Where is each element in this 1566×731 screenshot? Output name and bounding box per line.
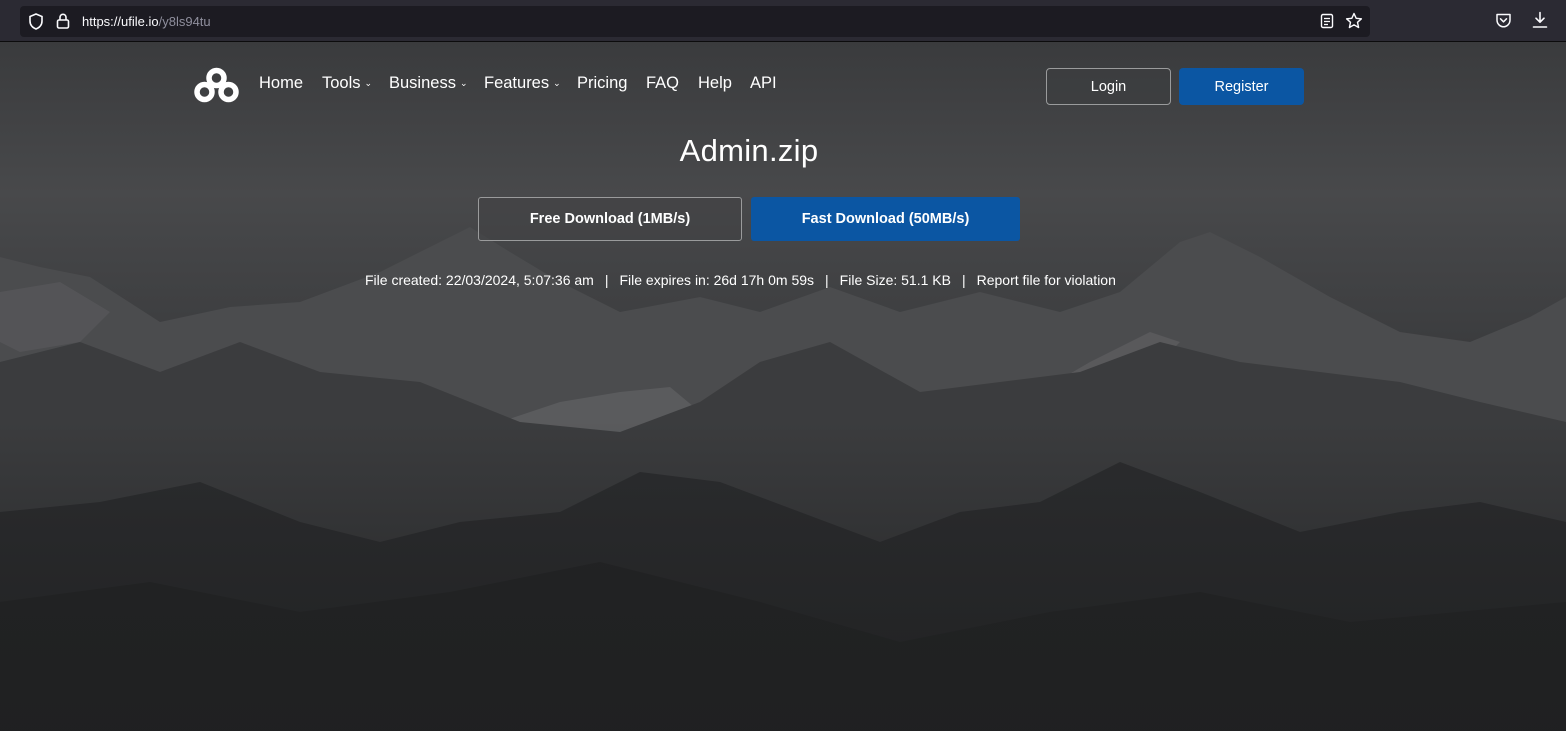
- ufile-logo-icon[interactable]: [193, 67, 240, 104]
- url-host: https://ufile.io: [82, 14, 159, 29]
- lock-icon[interactable]: [56, 13, 70, 29]
- report-file-link[interactable]: Report file for violation: [977, 272, 1116, 288]
- chevron-down-icon: ⌄: [553, 78, 561, 88]
- nav-faq[interactable]: FAQ: [646, 74, 679, 93]
- nav-business[interactable]: Business ⌄: [389, 74, 468, 93]
- pocket-icon[interactable]: [1495, 12, 1512, 29]
- separator: |: [825, 272, 829, 288]
- downloads-icon[interactable]: [1532, 11, 1548, 29]
- separator: |: [604, 272, 609, 288]
- nav-faq-label: FAQ: [646, 74, 680, 92]
- separator: |: [961, 272, 966, 288]
- nav-home-label: Home: [259, 74, 304, 92]
- register-button[interactable]: Register: [1179, 68, 1304, 105]
- url-path: /y8ls94tu: [158, 14, 211, 29]
- bookmark-star-icon[interactable]: [1345, 12, 1363, 30]
- nav-business-label: Business: [389, 74, 456, 92]
- file-name-title: Admin.zip: [0, 133, 1566, 169]
- nav-features[interactable]: Features ⌄: [484, 74, 561, 93]
- file-expires: File expires in: 26d 17h 0m 59s: [619, 272, 815, 288]
- reader-view-icon[interactable]: [1320, 13, 1334, 29]
- file-name-text: Admin.zip: [679, 133, 819, 168]
- file-info-bar: File created: 22/03/2024, 5:07:36 am | Fil…: [365, 272, 1116, 290]
- shield-icon[interactable]: [28, 13, 44, 30]
- free-download-button[interactable]: Free Download (1MB/s): [478, 197, 742, 241]
- chevron-down-icon: ⌄: [364, 78, 373, 88]
- file-size: File Size: 51.1 KB: [839, 272, 951, 288]
- nav-api[interactable]: API: [750, 74, 777, 93]
- chevron-down-icon: ⌄: [459, 78, 468, 88]
- nav-home[interactable]: Home: [259, 74, 303, 93]
- address-bar[interactable]: https://ufile.io/y8ls94tu: [20, 6, 1370, 37]
- nav-pricing-label: Pricing: [577, 74, 628, 92]
- url-text[interactable]: https://ufile.io/y8ls94tu: [82, 14, 211, 29]
- nav-tools[interactable]: Tools ⌄: [322, 74, 372, 93]
- browser-toolbar: https://ufile.io/y8ls94tu: [0, 0, 1566, 42]
- nav-help[interactable]: Help: [698, 74, 732, 93]
- nav-tools-label: Tools: [322, 74, 361, 92]
- fast-download-button[interactable]: Fast Download (50MB/s): [751, 197, 1020, 241]
- nav-features-label: Features: [484, 74, 550, 92]
- file-created: File created: 22/03/2024, 5:07:36 am: [365, 272, 594, 288]
- login-button[interactable]: Login: [1046, 68, 1171, 105]
- nav-api-label: API: [750, 74, 777, 92]
- nav-help-label: Help: [698, 74, 732, 92]
- nav-pricing[interactable]: Pricing: [577, 74, 627, 93]
- page-content: Home Tools ⌄ Business ⌄ Features ⌄ Pricing …: [0, 42, 1566, 731]
